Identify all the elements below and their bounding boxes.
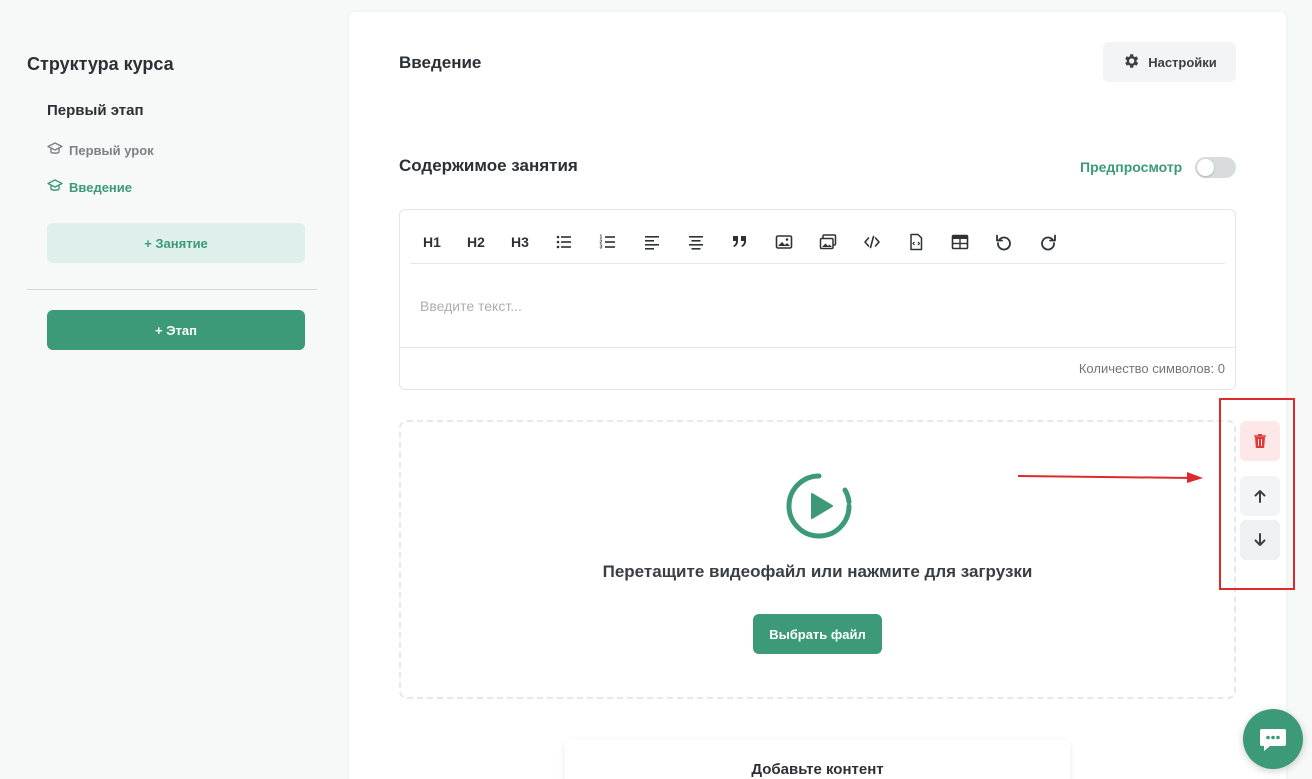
sidebar-divider [27,289,317,290]
arrow-down-icon [1254,533,1266,546]
stage-name[interactable]: Первый этап [47,102,144,119]
align-center-icon [689,236,703,250]
undo-icon [996,234,1011,251]
course-structure-sidebar: Структура курса Первый этап Первый урок … [0,0,340,779]
sidebar-item-label: Введение [69,180,132,195]
graduation-cap-icon [47,178,63,197]
toggle-knob [1197,159,1214,176]
file-code-icon [910,233,923,251]
gallery-button[interactable] [806,225,850,259]
chat-icon [1260,729,1286,751]
rich-text-editor: H1 H2 H3 123 Введите текст... Количество… [399,209,1236,390]
svg-text:3: 3 [600,245,603,251]
graduation-cap-icon [47,141,63,160]
file-code-button[interactable] [894,225,938,259]
code-icon [864,235,880,249]
editor-toolbar: H1 H2 H3 123 [410,220,1070,264]
add-content-card[interactable]: Добавьте контент [565,740,1070,779]
video-play-icon [786,473,852,539]
sidebar-item-label: Первый урок [69,143,154,158]
arrow-up-icon [1254,490,1266,503]
add-lesson-button[interactable]: + Занятие [47,223,305,263]
sidebar-title: Структура курса [27,54,174,74]
heading-3-button[interactable]: H3 [498,225,542,259]
page-title: Введение [399,53,482,72]
gallery-icon [819,234,837,250]
sidebar-item-lesson-2[interactable]: Введение [47,178,132,197]
quote-button[interactable] [718,225,762,259]
choose-file-button[interactable]: Выбрать файл [753,614,882,654]
trash-icon [1254,434,1266,449]
video-upload-dropzone[interactable]: Перетащите видеофайл или нажмите для заг… [399,420,1236,699]
toolbar-divider [410,263,1225,264]
code-button[interactable] [850,225,894,259]
character-count: Количество символов: 0 [1078,361,1225,376]
redo-icon [1041,234,1056,251]
move-up-button[interactable] [1240,476,1280,516]
preview-toggle[interactable] [1195,157,1236,178]
upload-instructions: Перетащите видеофайл или нажмите для заг… [602,562,1033,581]
quote-icon [733,236,746,247]
gear-icon [1122,52,1140,73]
heading-2-button[interactable]: H2 [454,225,498,259]
align-center-button[interactable] [674,225,718,259]
move-down-button[interactable] [1240,520,1280,560]
lesson-editor-card: Введение Настройки Содержимое занятия Пр… [349,12,1286,779]
align-left-icon [645,236,659,250]
undo-button[interactable] [982,225,1026,259]
image-icon [775,235,793,249]
image-button[interactable] [762,225,806,259]
settings-label: Настройки [1148,54,1217,70]
numbered-list-icon: 123 [600,235,615,251]
table-icon [951,234,969,250]
chat-support-button[interactable] [1243,709,1303,769]
heading-1-button[interactable]: H1 [410,225,454,259]
preview-label: Предпросмотр [1080,159,1183,175]
add-stage-button[interactable]: + Этап [47,310,305,350]
sidebar-item-lesson-1[interactable]: Первый урок [47,141,154,160]
bullet-list-icon [556,235,571,249]
editor-footer-divider [400,347,1235,348]
align-left-button[interactable] [630,225,674,259]
editor-text-input[interactable]: Введите текст... [420,298,522,314]
redo-button[interactable] [1026,225,1070,259]
settings-button[interactable]: Настройки [1103,42,1236,82]
numbered-list-button[interactable]: 123 [586,225,630,259]
add-content-title: Добавьте контент [751,761,884,778]
content-section-title: Содержимое занятия [399,156,578,175]
bullet-list-button[interactable] [542,225,586,259]
delete-block-button[interactable] [1240,421,1280,461]
table-button[interactable] [938,225,982,259]
